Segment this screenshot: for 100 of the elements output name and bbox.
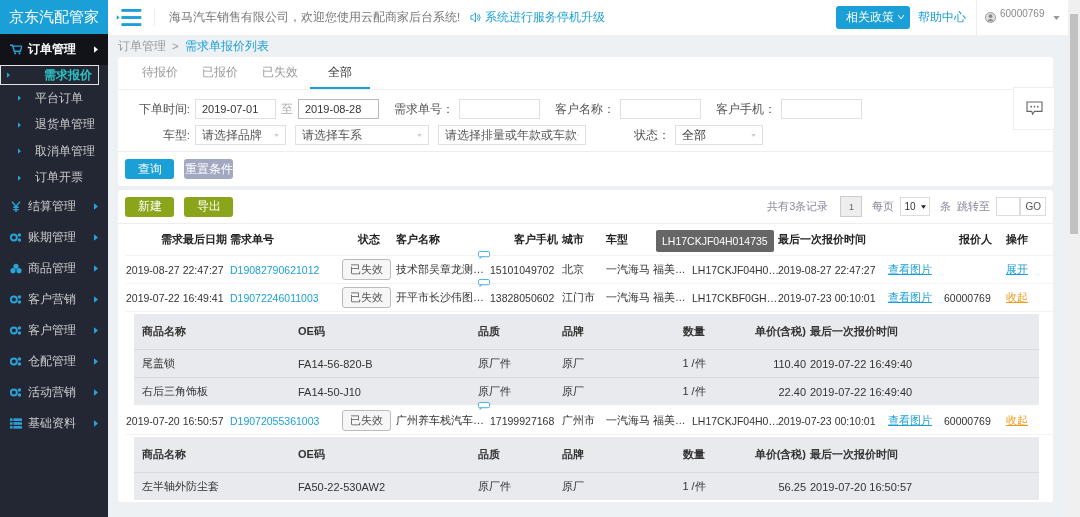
table-cell-text: 右后三角饰板 <box>141 384 209 399</box>
sidebar-group[interactable]: 账期管理 <box>0 222 108 253</box>
caret-icon <box>94 234 98 241</box>
column-header: 品质 <box>478 324 501 339</box>
column-header: 单价(含税) <box>753 324 807 339</box>
jump-page-field[interactable] <box>996 197 1021 216</box>
range-separator: 至 <box>280 101 294 117</box>
table-cell-text: FA50-22-530AW2 <box>298 480 387 493</box>
sidebar-group[interactable]: 客户管理 <box>0 315 108 346</box>
caret-icon <box>7 72 10 78</box>
menu-icon[interactable] <box>116 9 155 26</box>
record-count: 共有3条记录 <box>767 199 829 214</box>
customer-phone-field[interactable] <box>781 99 862 119</box>
page-size-select[interactable]: 10 <box>900 197 931 216</box>
table-cell-text: 2019-07-22 16:49:40 <box>810 385 914 398</box>
table-cell-text: 一汽海马 福美… <box>606 413 687 428</box>
customer-name-field[interactable] <box>620 99 701 119</box>
breadcrumb-separator: > <box>172 40 179 52</box>
sidebar-item[interactable]: 退货单管理 <box>0 111 108 138</box>
table-cell: 广州养车栈汽车… <box>396 414 484 426</box>
sidebar-item[interactable]: 需求报价 <box>0 65 99 85</box>
status-tag[interactable]: 已失效 <box>342 410 391 431</box>
gears-icon <box>10 387 22 398</box>
gears-icon <box>10 232 22 243</box>
chat-icon[interactable] <box>478 251 490 259</box>
table-cell-text: 一汽海马 福美… <box>606 290 687 305</box>
sidebar-group[interactable]: 客户营销 <box>0 284 108 315</box>
table-cell: LH17CKBF0GH… <box>692 291 778 304</box>
table-cell-text: FA14-50-J10 <box>298 385 362 398</box>
table-cell-text: 1 /件 <box>681 479 707 494</box>
caret-icon <box>921 204 927 209</box>
table-cell-text: 15101049702 <box>490 263 556 276</box>
table-cell-text: 2019-08-27 22:47:27 <box>778 263 877 276</box>
yen-icon <box>10 201 22 212</box>
caret-icon <box>274 133 279 137</box>
sidebar-group[interactable]: 订单管理 <box>0 34 108 65</box>
status-tag[interactable]: 已失效 <box>342 287 391 308</box>
sidebar-group-label: 仓配管理 <box>28 353 77 370</box>
caret-icon <box>94 46 98 53</box>
date-field[interactable]: 2019-07-01 <box>195 99 276 119</box>
user-name: 60000769 <box>1000 8 1046 19</box>
sidebar-item[interactable]: 订单开票 <box>0 164 108 191</box>
sidebar-item[interactable]: 取消单管理 <box>0 138 108 165</box>
list-icon <box>10 418 22 429</box>
caret-icon <box>751 133 756 137</box>
caret-icon[interactable] <box>1053 16 1060 20</box>
sidebar-item-label: 需求报价 <box>44 67 92 83</box>
field-label: 客户名称： <box>554 101 616 117</box>
caret-icon <box>94 389 98 396</box>
tab[interactable]: 全部 <box>310 57 370 89</box>
avatar-icon[interactable] <box>985 12 996 23</box>
sidebar-group[interactable]: 结算管理 <box>0 191 108 222</box>
page-number[interactable]: 1 <box>840 196 863 217</box>
scrollbar[interactable] <box>1068 0 1080 517</box>
status-select[interactable]: 全部 <box>675 125 763 145</box>
sidebar-group[interactable]: 活动营销 <box>0 377 108 408</box>
table-cell: 60000769 <box>944 414 991 427</box>
table-cell-text: FA14-56-820-B <box>298 357 374 370</box>
sidebar-group-label: 结算管理 <box>28 198 77 215</box>
go-button[interactable]: GO <box>1020 197 1046 216</box>
brand-select[interactable]: 请选择品牌 <box>195 125 286 145</box>
sidebar-group[interactable]: 基础资料 <box>0 408 108 439</box>
caret-icon <box>898 15 904 20</box>
table-cell: LH17CKJF04H0… <box>692 414 778 427</box>
model-select[interactable]: 请选择排量或年款或车款 <box>438 125 586 145</box>
sidebar-group-label: 客户营销 <box>28 291 77 308</box>
chat-button[interactable] <box>1013 87 1055 130</box>
series-select[interactable]: 请选择车系 <box>295 125 429 145</box>
column-header: 最后一次报价时间 <box>778 232 867 247</box>
table-cell-text: 56.25 <box>777 480 807 493</box>
table-cell-text: 2019-07-20 16:50:57 <box>810 480 914 493</box>
field-label: 客户手机： <box>715 101 777 117</box>
sidebar-group[interactable]: 商品管理 <box>0 253 108 284</box>
table-cell-text: 110.40 <box>772 357 807 370</box>
column-header: OE码 <box>298 324 326 339</box>
sidebar-group[interactable]: 仓配管理 <box>0 346 108 377</box>
column-header: 客户名称 <box>396 232 441 247</box>
chat-icon[interactable] <box>478 402 490 410</box>
table-cell-text: 左半轴外防尘套 <box>141 479 220 494</box>
table-cell: 技术部吴章龙测… <box>396 263 484 275</box>
sidebar-item[interactable]: 平台订单 <box>0 85 108 112</box>
sidebar-group-label: 账期管理 <box>28 229 77 246</box>
caret-icon <box>18 121 21 128</box>
chat-icon[interactable] <box>478 279 490 287</box>
table-cell-text: 22.40 <box>777 385 807 398</box>
table-cell-text: 原厂件 <box>478 479 512 494</box>
table-cell-text: 原厂件 <box>478 384 512 399</box>
caret-icon <box>94 203 98 210</box>
column-header: 操作 <box>1006 232 1029 247</box>
column-header: 商品名称 <box>141 324 187 339</box>
cart-icon <box>10 44 22 55</box>
table-cell-text: 一汽海马 福美… <box>606 262 687 277</box>
tooltip: LH17CKJF04H014735 <box>656 230 774 252</box>
table-cell-text: 17199927168 <box>490 414 556 427</box>
order-number-field[interactable] <box>459 99 540 119</box>
status-tag[interactable]: 已失效 <box>342 259 391 280</box>
column-header: 品质 <box>478 447 501 462</box>
column-header: 品牌 <box>562 447 585 462</box>
date-field[interactable]: 2019-08-28 <box>298 99 379 119</box>
table-cell-text: 2019-08-27 22:47:27 <box>126 263 225 276</box>
